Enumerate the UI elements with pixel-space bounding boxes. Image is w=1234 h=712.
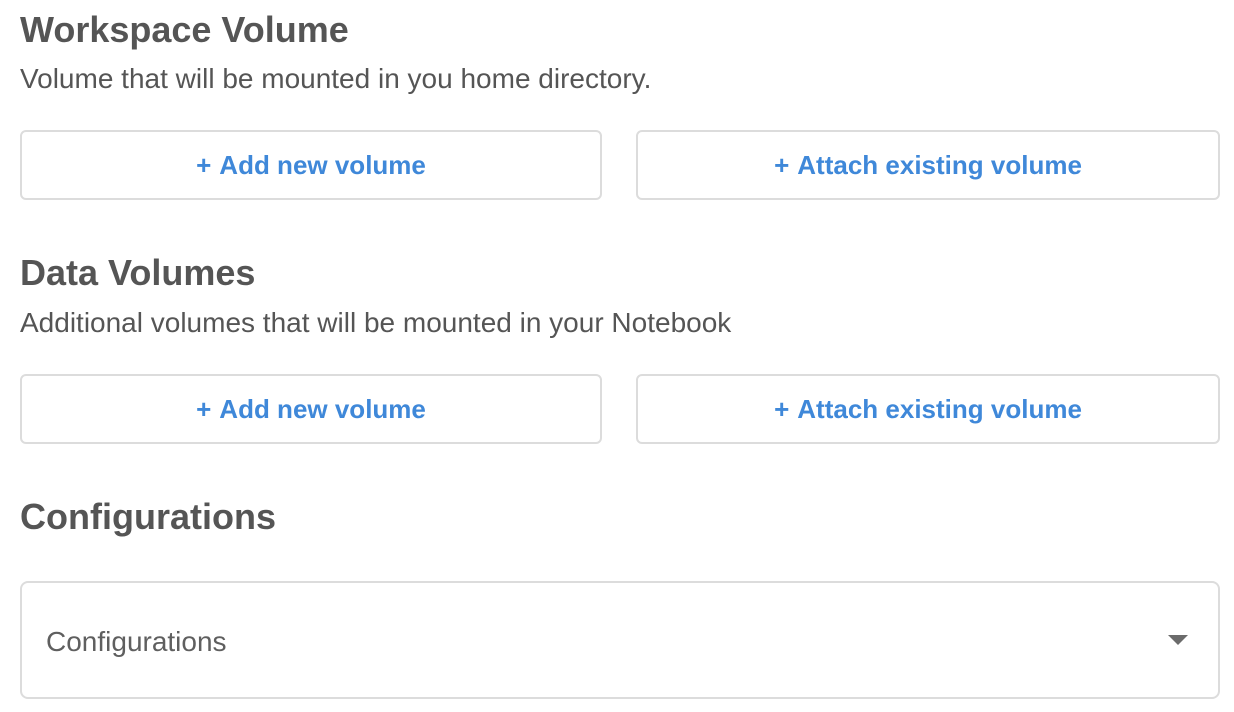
add-new-volume-label: Add new volume [219, 149, 426, 180]
plus-icon: + [196, 393, 212, 424]
add-new-volume-label: Add new volume [219, 393, 426, 424]
attach-existing-volume-label: Attach existing volume [797, 149, 1082, 180]
workspace-add-new-volume-button[interactable]: + Add new volume [20, 130, 602, 200]
workspace-volume-description: Volume that will be mounted in you home … [20, 63, 652, 94]
configurations-select-placeholder: Configurations [46, 626, 227, 657]
data-add-new-volume-button[interactable]: + Add new volume [20, 374, 602, 444]
workspace-volume-title: Workspace Volume [20, 9, 349, 50]
data-volumes-title: Data Volumes [20, 252, 256, 293]
plus-icon: + [196, 149, 212, 180]
plus-icon: + [774, 393, 790, 424]
configurations-title: Configurations [20, 496, 276, 537]
data-volumes-description: Additional volumes that will be mounted … [20, 307, 732, 338]
attach-existing-volume-label: Attach existing volume [797, 393, 1082, 424]
caret-down-icon[interactable] [1168, 635, 1188, 645]
plus-icon: + [774, 149, 790, 180]
configurations-select[interactable]: Configurations [20, 581, 1220, 699]
workspace-attach-existing-volume-button[interactable]: + Attach existing volume [636, 130, 1220, 200]
data-attach-existing-volume-button[interactable]: + Attach existing volume [636, 374, 1220, 444]
